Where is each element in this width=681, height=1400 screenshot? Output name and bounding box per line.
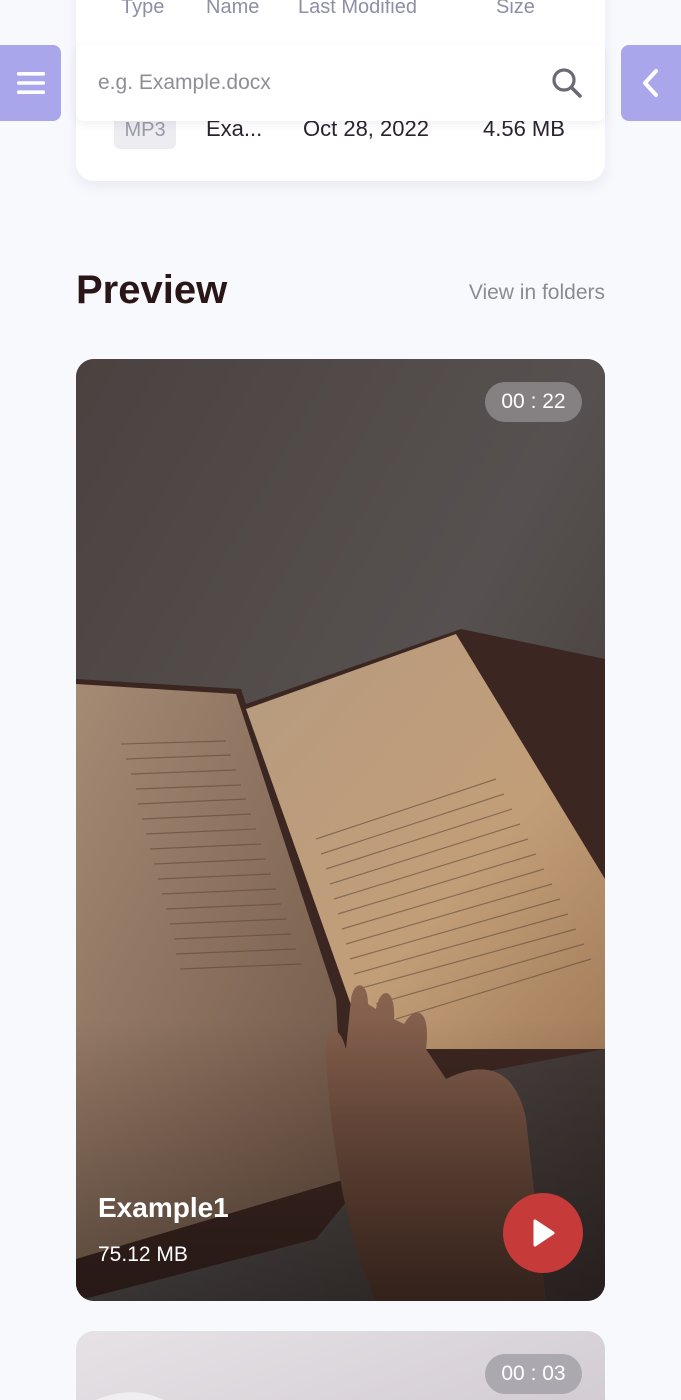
search-bar [76, 45, 605, 121]
media-card[interactable]: 00 : 22 Example1 75.12 MB [76, 359, 605, 1301]
media-card[interactable]: 00 : 03 [76, 1331, 605, 1400]
chevron-left-icon [643, 69, 658, 97]
duration-badge: 00 : 03 [485, 1354, 582, 1394]
media-title: Example1 [98, 1192, 229, 1223]
column-header-size[interactable]: Size [496, 0, 535, 19]
column-header-name[interactable]: Name [206, 0, 259, 19]
book-thumbnail [76, 359, 605, 1301]
column-header-last-modified[interactable]: Last Modified [298, 0, 417, 19]
play-icon [533, 1219, 555, 1247]
view-in-folders-link[interactable]: View in folders [469, 281, 605, 305]
column-header-type[interactable]: Type [121, 0, 164, 19]
search-input[interactable] [98, 71, 528, 95]
duration-badge: 00 : 22 [485, 382, 582, 422]
back-button[interactable] [621, 45, 681, 121]
page-title: Preview [76, 268, 228, 312]
search-icon[interactable] [551, 67, 583, 99]
media-size: 75.12 MB [98, 1243, 188, 1266]
hamburger-icon [16, 72, 45, 94]
menu-button[interactable] [0, 45, 61, 121]
play-button[interactable] [503, 1193, 583, 1273]
